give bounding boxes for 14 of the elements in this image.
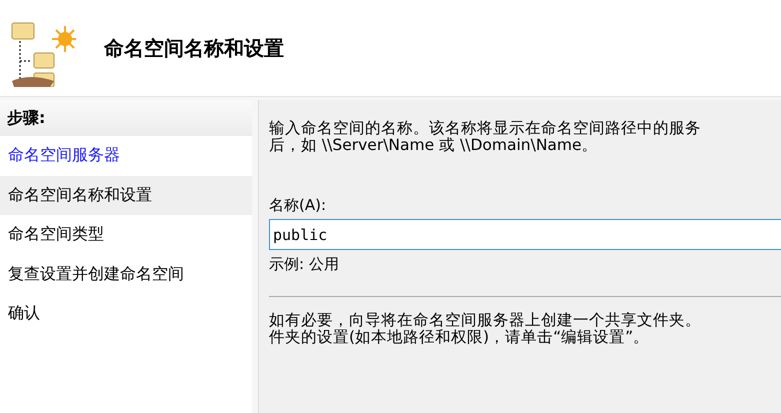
name-input-field[interactable]: public — [269, 219, 781, 250]
step-item[interactable]: 命名空间服务器 — [0, 136, 252, 176]
page-title: 命名空间名称和设置 — [104, 34, 284, 62]
note-text: 件夹的设置(如本地路径和权限)，请单击“编辑设置”。 — [269, 329, 650, 346]
instruction-text: 输入命名空间的名称。该名称将显示在命名空间路径中的服务 — [269, 120, 701, 137]
step-item[interactable]: 命名空间类型 — [0, 215, 252, 254]
step-item[interactable]: 命名空间名称和设置 — [0, 176, 252, 215]
note-text: 如有必要，向导将在命名空间服务器上创建一个共享文件夹。 — [269, 312, 701, 329]
instruction-text: 后，如 \\Server\Name 或 \\Domain\Name。 — [269, 137, 598, 154]
example-text: 示例: 公用 — [269, 255, 339, 274]
step-item[interactable]: 确认 — [0, 294, 252, 334]
steps-heading: 步骤: — [7, 108, 46, 128]
step-item[interactable]: 复查设置并创建命名空间 — [0, 254, 252, 294]
name-label: 名称(A): — [269, 196, 328, 215]
